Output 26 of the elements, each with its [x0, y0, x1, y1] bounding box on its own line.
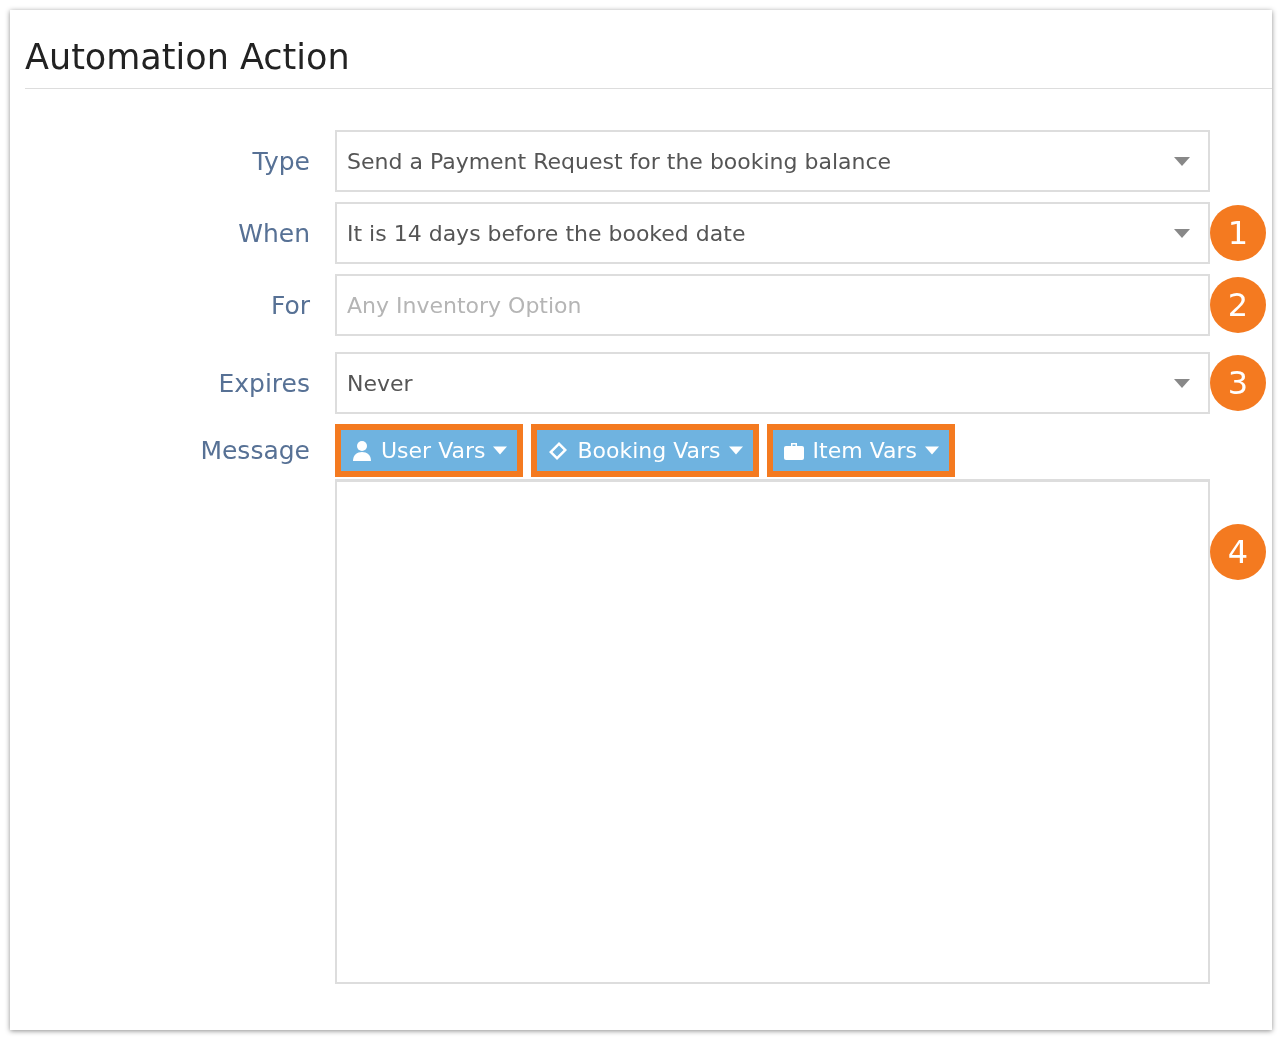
- input-field[interactable]: Any Inventory Option: [335, 274, 1210, 336]
- select-field[interactable]: Send a Payment Request for the booking balance: [335, 130, 1210, 192]
- dropdown-button[interactable]: User Vars: [341, 430, 518, 471]
- number-badge: 2: [1210, 277, 1266, 333]
- field-label: Message: [200, 436, 310, 465]
- dropdown-button[interactable]: Item Vars: [772, 430, 949, 471]
- field-label: For: [270, 290, 310, 320]
- number-badge: 1: [1210, 205, 1266, 261]
- field-label: Expires: [218, 368, 310, 398]
- message-textarea[interactable]: [335, 479, 1210, 984]
- caret-icon: [1174, 228, 1190, 238]
- caret-icon: [728, 446, 743, 455]
- ticket-icon: [547, 439, 570, 462]
- number-badge: 3: [1210, 355, 1266, 411]
- caret-icon: [1174, 156, 1190, 166]
- number-badge: 4: [1210, 524, 1266, 580]
- select-field[interactable]: Never: [335, 352, 1210, 414]
- page-title: Automation Action: [25, 34, 1272, 89]
- user-icon: [351, 439, 373, 462]
- dropdown-button[interactable]: Booking Vars: [537, 430, 753, 471]
- field-label: When: [238, 218, 310, 248]
- caret-icon: [925, 446, 939, 455]
- caret-icon: [493, 446, 508, 455]
- field-label: Type: [252, 146, 310, 176]
- caret-icon: [1174, 378, 1190, 388]
- select-field[interactable]: It is 14 days before the booked date: [335, 202, 1210, 264]
